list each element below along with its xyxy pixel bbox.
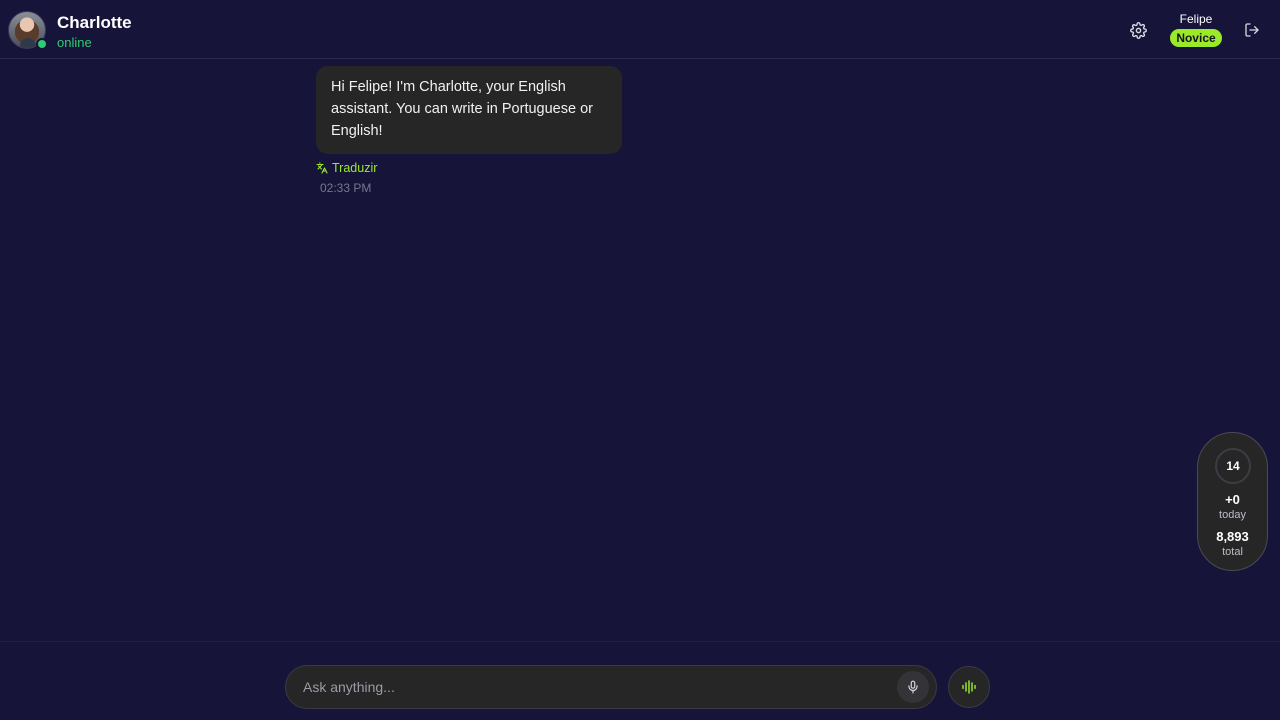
microphone-button[interactable] xyxy=(897,671,929,703)
level-ring: 14 xyxy=(1215,448,1251,484)
audio-wave-icon xyxy=(962,680,976,694)
chat-header: Charlotte online Felipe Novice xyxy=(0,0,1280,59)
assistant-message-bubble: Hi Felipe! I'm Charlotte, your English a… xyxy=(316,66,622,154)
xp-widget[interactable]: 14 +0 today 8,893 total xyxy=(1197,432,1268,571)
xp-today-value: +0 xyxy=(1225,492,1240,507)
gear-icon xyxy=(1129,21,1147,39)
translate-icon xyxy=(316,162,328,174)
contact-avatar-wrapper[interactable] xyxy=(8,11,48,50)
message-input-container xyxy=(285,665,937,709)
xp-total-label: total xyxy=(1222,546,1243,558)
message-input[interactable] xyxy=(301,666,881,708)
message-timestamp: 02:33 PM xyxy=(320,181,372,195)
microphone-icon xyxy=(908,680,918,694)
user-profile[interactable]: Felipe Novice xyxy=(1166,12,1226,47)
user-name: Felipe xyxy=(1179,12,1213,26)
logout-button[interactable] xyxy=(1243,21,1261,39)
contact-name: Charlotte xyxy=(57,13,132,32)
contact-status: online xyxy=(57,35,92,50)
online-status-dot xyxy=(36,38,48,50)
logout-icon xyxy=(1245,23,1259,37)
settings-button[interactable] xyxy=(1128,20,1148,40)
translate-label: Traduzir xyxy=(332,161,378,175)
level-badge: Novice xyxy=(1170,29,1222,47)
xp-today-label: today xyxy=(1219,509,1246,521)
xp-total-value: 8,893 xyxy=(1216,529,1249,544)
voice-mode-button[interactable] xyxy=(948,666,990,708)
translate-button[interactable]: Traduzir xyxy=(316,161,377,175)
